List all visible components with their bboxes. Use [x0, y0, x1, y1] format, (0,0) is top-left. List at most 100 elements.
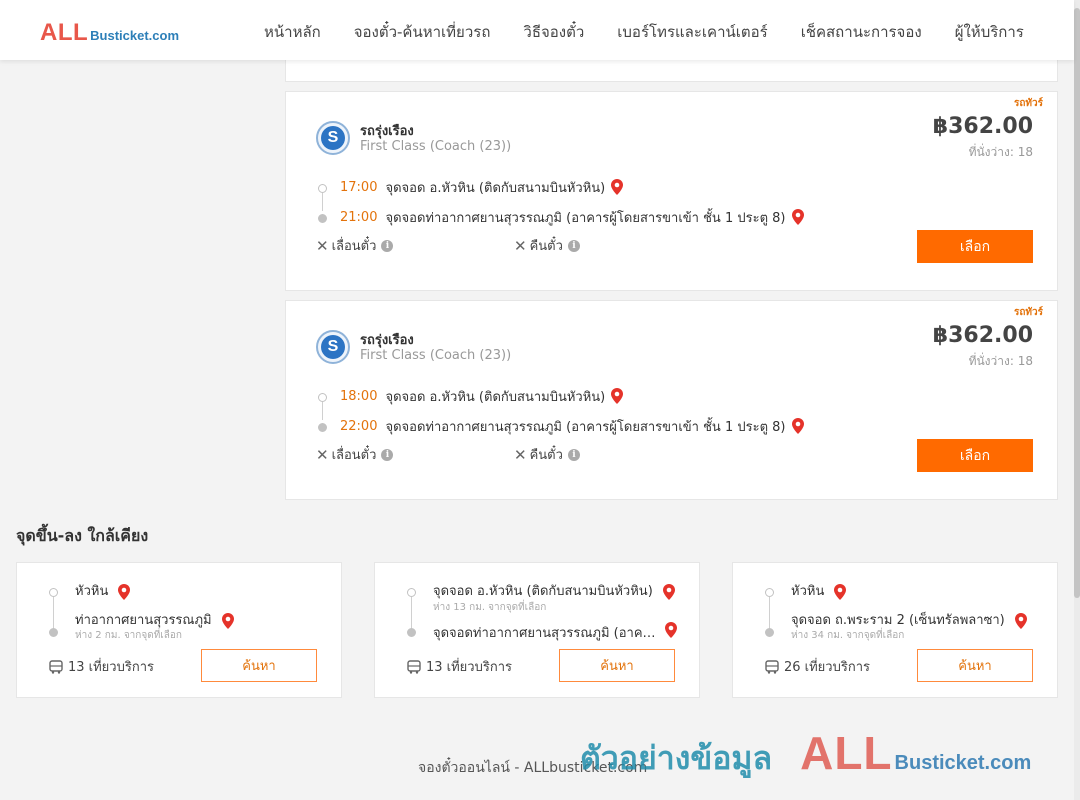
nav-check-booking[interactable]: เช็คสถานะการจอง [801, 20, 922, 44]
arrival-stop: 22:00 จุดจอดท่าอากาศยานสุวรรณภูมิ (อาคาร… [316, 411, 836, 441]
nearby-card: หัวหิน ท่าอากาศยานสุวรรณภูมิ ห่าง 2 กม. … [16, 562, 342, 698]
departure-place: จุดจอด อ.หัวหิน (ติดกับสนามบินหัวหิน) [385, 389, 606, 405]
bus-type-tag: รถทัวร์ [1013, 307, 1043, 318]
nearby-card: หัวหิน จุดจอด ถ.พระราม 2 (เซ็นทรัลพลาซา)… [732, 562, 1058, 698]
arrival-stop: 21:00 จุดจอดท่าอากาศยานสุวรรณภูมิ (อาคาร… [316, 202, 836, 232]
cross-icon: ✕ [316, 236, 329, 255]
watermark-all: ALL [800, 727, 893, 779]
map-pin-icon[interactable] [118, 583, 131, 600]
route-line [411, 597, 412, 631]
arrival-place: จุดจอดท่าอากาศยานสุวรรณภูมิ (อาคารผู้โดย… [385, 419, 786, 435]
route-dot-icon [318, 393, 327, 402]
operator-name: รถรุ่งเรือง [360, 124, 414, 139]
cross-icon: ✕ [514, 445, 527, 464]
map-pin-icon[interactable] [221, 612, 234, 629]
trip-card: รถทัวร์ S รถรุ่งเรือง First Class (Coach… [285, 300, 1058, 500]
scrollbar-thumb[interactable] [1074, 8, 1080, 598]
info-icon[interactable]: i [381, 448, 394, 461]
operator-name: รถรุ่งเรือง [360, 333, 414, 348]
option-reschedule: ✕ เลื่อนตั๋ว i [316, 235, 514, 256]
nearby-from: จุดจอด อ.หัวหิน (ติดกับสนามบินหัวหิน) [433, 584, 653, 599]
logo-all: ALL [40, 19, 89, 46]
option-reschedule: ✕ เลื่อนตั๋ว i [316, 444, 514, 465]
previous-trip-card-stub [285, 60, 1058, 82]
nav-book-search[interactable]: จองตั๋ว-ค้นหาเที่ยวรถ [354, 20, 491, 44]
option-refund: ✕ คืนตั๋ว i [514, 444, 712, 465]
nearby-search-button[interactable]: ค้นหา [559, 649, 675, 682]
map-pin-icon[interactable] [791, 209, 804, 225]
option-refund-label: คืนตั๋ว [529, 239, 563, 254]
route-dot-icon [49, 588, 58, 597]
operator-logo-icon: S [316, 121, 350, 155]
option-reschedule-label: เลื่อนตั๋ว [331, 239, 377, 254]
map-pin-icon[interactable] [662, 583, 675, 600]
arrival-time: 21:00 [340, 209, 378, 225]
trip-card: รถทัวร์ S รถรุ่งเรือง First Class (Coach… [285, 91, 1058, 291]
info-icon[interactable]: i [381, 239, 394, 252]
departure-place: จุดจอด อ.หัวหิน (ติดกับสนามบินหัวหิน) [385, 180, 606, 196]
nearby-trips: 26 เที่ยวบริการ [765, 656, 870, 677]
sample-data-watermark: ตัวอย่างข้อมูล ALL Busticket.com [580, 726, 1031, 784]
option-refund-label: คืนตั๋ว [529, 448, 563, 463]
watermark-busticket: Busticket.com [894, 752, 1032, 774]
map-pin-icon[interactable] [834, 583, 847, 600]
nearby-from-distance: ห่าง 13 กม. จากจุดที่เลือก [433, 602, 547, 613]
cross-icon: ✕ [316, 445, 329, 464]
route-dot-icon [407, 588, 416, 597]
site-header: ALL Busticket.com หน้าหลัก จองตั๋ว-ค้นหา… [0, 0, 1074, 60]
departure-time: 18:00 [340, 388, 378, 404]
arrival-time: 22:00 [340, 418, 378, 434]
route-line [769, 597, 770, 631]
departure-time: 17:00 [340, 179, 378, 195]
departure-stop: 18:00 จุดจอด อ.หัวหิน (ติดกับสนามบินหัวห… [316, 381, 836, 411]
map-pin-icon[interactable] [1014, 612, 1027, 629]
nearby-search-button[interactable]: ค้นหา [201, 649, 317, 682]
nearby-trips: 13 เที่ยวบริการ [407, 656, 512, 677]
info-icon[interactable]: i [567, 448, 580, 461]
trip-route: 18:00 จุดจอด อ.หัวหิน (ติดกับสนามบินหัวห… [316, 381, 836, 441]
route-dot-icon [49, 628, 58, 637]
option-reschedule-label: เลื่อนตั๋ว [331, 448, 377, 463]
nav-home[interactable]: หน้าหลัก [264, 20, 321, 44]
map-pin-icon[interactable] [791, 418, 804, 434]
ticket-options: ✕ เลื่อนตั๋ว i ✕ คืนตั๋ว i [316, 235, 712, 256]
nearby-trips: 13 เที่ยวบริการ [49, 656, 154, 677]
nearby-to-distance: ห่าง 2 กม. จากจุดที่เลือก [75, 630, 182, 641]
nearby-card: จุดจอด อ.หัวหิน (ติดกับสนามบินหัวหิน) ห่… [374, 562, 700, 698]
route-dot-icon [407, 628, 416, 637]
map-pin-icon[interactable] [611, 388, 624, 404]
route-dot-icon [318, 214, 327, 223]
seats-available: ที่นั่งว่าง: 18 [968, 354, 1033, 368]
info-icon[interactable]: i [567, 239, 580, 252]
nearby-search-button[interactable]: ค้นหา [917, 649, 1033, 682]
nav-how-to-book[interactable]: วิธีจองตั๋ว [523, 20, 584, 44]
bus-icon [407, 659, 421, 674]
cross-icon: ✕ [514, 236, 527, 255]
nav-operators[interactable]: ผู้ให้บริการ [955, 20, 1024, 44]
bus-class: First Class (Coach (23)) [360, 348, 512, 363]
option-refund: ✕ คืนตั๋ว i [514, 235, 712, 256]
nearby-trips-count: 13 เที่ยวบริการ [68, 660, 154, 675]
trip-price: ฿362.00 [932, 323, 1033, 348]
nearby-to-distance: ห่าง 34 กม. จากจุดที่เลือก [791, 630, 905, 641]
select-trip-button[interactable]: เลือก [917, 230, 1033, 263]
trip-route: 17:00 จุดจอด อ.หัวหิน (ติดกับสนามบินหัวห… [316, 172, 836, 232]
route-dot-icon [765, 628, 774, 637]
nearby-to: จุดจอดท่าอากาศยานสุวรรณภูมิ (อาคารผู้โดย… [433, 626, 661, 641]
nearby-to: จุดจอด ถ.พระราม 2 (เซ็นทรัลพลาซา) [791, 613, 1005, 628]
nearby-from: หัวหิน [75, 584, 109, 599]
select-trip-button[interactable]: เลือก [917, 439, 1033, 472]
site-logo[interactable]: ALL Busticket.com [40, 19, 179, 47]
nearby-to: ท่าอากาศยานสุวรรณภูมิ [75, 613, 212, 628]
departure-stop: 17:00 จุดจอด อ.หัวหิน (ติดกับสนามบินหัวห… [316, 172, 836, 202]
map-pin-icon[interactable] [665, 622, 677, 638]
bus-class: First Class (Coach (23)) [360, 139, 512, 154]
trip-price: ฿362.00 [932, 114, 1033, 139]
nearby-from: หัวหิน [791, 584, 825, 599]
nearby-title: จุดขึ้น-ลง ใกล้เคียง [16, 526, 149, 545]
nav-contact-counters[interactable]: เบอร์โทรและเคาน์เตอร์ [617, 20, 767, 44]
page-scrollbar[interactable] [1074, 0, 1080, 800]
logo-busticket: Busticket.com [90, 28, 180, 43]
route-line [53, 597, 54, 631]
map-pin-icon[interactable] [611, 179, 624, 195]
